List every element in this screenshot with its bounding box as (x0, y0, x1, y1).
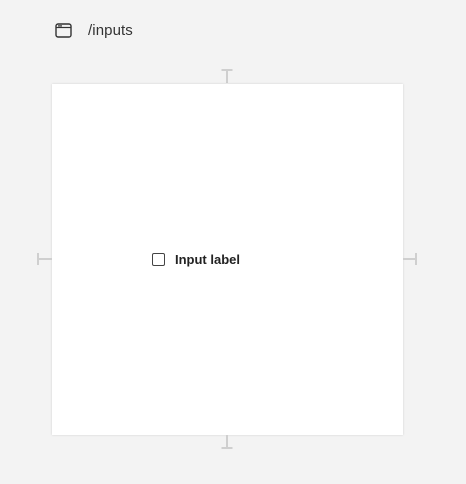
checkbox-label[interactable]: Input label (175, 252, 240, 267)
route-path: /inputs (88, 21, 133, 39)
storybook-page: /inputs Input label (0, 0, 466, 484)
resize-handle-left[interactable] (36, 252, 52, 266)
input-checkbox-row[interactable]: Input label (152, 252, 240, 267)
resize-handle-top[interactable] (221, 69, 233, 84)
resize-handle-bottom[interactable] (221, 435, 233, 450)
checkbox[interactable] (152, 253, 165, 266)
resize-handle-right[interactable] (403, 252, 419, 266)
browser-window-icon (55, 22, 72, 38)
header: /inputs (55, 19, 133, 41)
